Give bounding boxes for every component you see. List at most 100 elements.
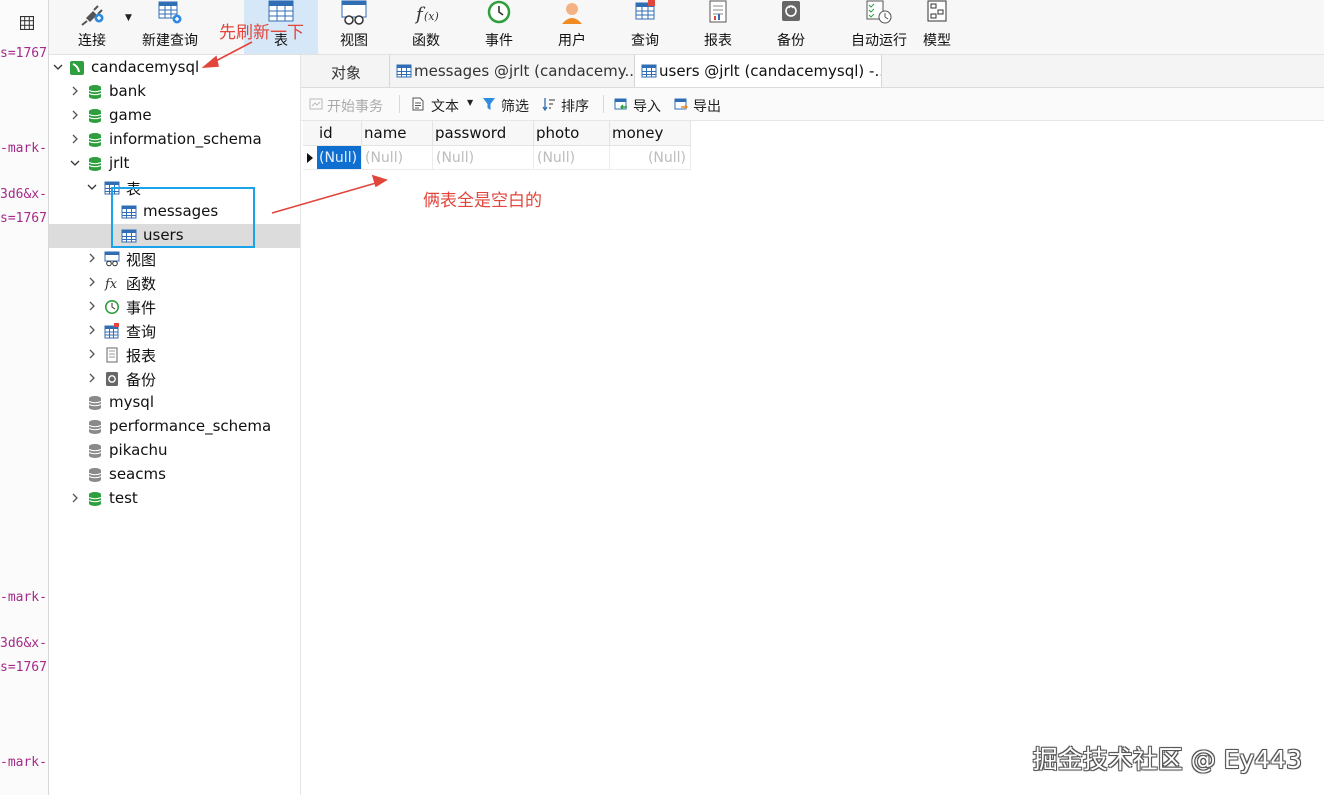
tree-reports-folder[interactable]: 报表 [49, 343, 300, 367]
toolbar-connect-button[interactable]: 连接 [67, 0, 117, 54]
database-icon [88, 157, 102, 171]
chevron-down-icon[interactable] [53, 62, 63, 72]
table-cell[interactable]: (Null) [534, 146, 610, 170]
text-view-button[interactable]: 文本 ▼ [409, 88, 479, 120]
toolbar-user-button[interactable]: 用户 [547, 0, 597, 54]
user-icon [562, 3, 582, 24]
toolbar-query-button[interactable]: 查询 [620, 0, 670, 54]
query-icon [104, 323, 119, 339]
column-header[interactable]: id [317, 121, 362, 146]
view-icon [341, 0, 367, 25]
code-fragment: 3d6&x- [0, 187, 47, 202]
filter-icon [483, 98, 495, 110]
tree-database[interactable]: mysql [49, 391, 300, 415]
toolbar-backup-button[interactable]: 备份 [766, 0, 816, 54]
watermark: 掘金技术社区 @ Ey443 [1032, 745, 1302, 774]
new-query-icon [158, 1, 182, 24]
tree-views-folder[interactable]: 视图 [49, 247, 300, 271]
table-cell[interactable]: (Null) [317, 146, 362, 170]
table-cell[interactable]: (Null) [610, 146, 691, 170]
tab-bar: 对象 messages @jrlt (candacemy... users @j… [301, 55, 1324, 88]
import-icon [614, 98, 627, 110]
code-fragment: 3d6&x- [0, 636, 47, 651]
column-header[interactable]: name [362, 121, 433, 146]
chevron-right-icon[interactable] [70, 86, 80, 96]
table-icon [396, 64, 412, 78]
tree-functions-folder[interactable]: fx 函数 [49, 271, 300, 295]
clock-icon [105, 300, 119, 314]
toolbar-report-button[interactable]: 报表 [693, 0, 743, 54]
database-icon [88, 468, 102, 482]
row-indicator[interactable] [303, 146, 318, 170]
sort-icon [542, 98, 555, 111]
chevron-right-icon[interactable] [87, 277, 97, 287]
function-icon: fx [104, 277, 118, 291]
import-button[interactable]: 导入 [613, 88, 669, 120]
column-header[interactable]: password [433, 121, 534, 146]
toolbar-event-button[interactable]: 事件 [474, 0, 524, 54]
code-fragment: -mark- [0, 590, 47, 605]
grid-icon[interactable] [20, 16, 34, 30]
chevron-right-icon[interactable] [70, 134, 80, 144]
tree-events-folder[interactable]: 事件 [49, 295, 300, 319]
data-toolbar: 开始事务 文本 ▼ 筛选 排序 导入 导出 [301, 88, 1324, 121]
chevron-down-icon[interactable] [70, 158, 80, 168]
document-icon [412, 97, 424, 111]
chevron-right-icon[interactable] [70, 493, 80, 503]
database-icon [88, 492, 102, 506]
toolbar-model-button[interactable]: 模型 [912, 0, 962, 54]
backup-icon [782, 1, 800, 21]
view-icon [104, 251, 120, 267]
chevron-right-icon[interactable] [87, 373, 97, 383]
chevron-right-icon[interactable] [87, 301, 97, 311]
table-cell[interactable]: (Null) [433, 146, 534, 170]
row-header-corner [303, 121, 318, 146]
model-icon [927, 0, 947, 22]
sort-button[interactable]: 排序 [541, 88, 597, 120]
tree-database[interactable]: game [49, 104, 300, 128]
filter-button[interactable]: 筛选 [481, 88, 537, 120]
tree-database[interactable]: pikachu [49, 439, 300, 463]
tab-messages[interactable]: messages @jrlt (candacemy... [390, 55, 635, 87]
export-icon [674, 98, 688, 110]
begin-transaction-button[interactable]: 开始事务 [307, 88, 391, 120]
chevron-down-icon[interactable] [87, 182, 97, 192]
tree-database[interactable]: information_schema [49, 128, 300, 152]
export-button[interactable]: 导出 [673, 88, 729, 120]
chevron-right-icon[interactable] [87, 253, 97, 263]
tree-connection[interactable]: candacemysql [49, 56, 300, 80]
column-header[interactable]: photo [534, 121, 610, 146]
toolbar-view-button[interactable]: 视图 [329, 0, 379, 54]
chevron-right-icon[interactable] [70, 110, 80, 120]
tab-objects[interactable]: 对象 [301, 55, 390, 87]
separator [603, 95, 604, 113]
chevron-down-icon[interactable]: ▼ [467, 98, 473, 107]
clock-icon [487, 0, 511, 24]
database-icon [88, 133, 102, 147]
report-icon [106, 347, 118, 363]
navigator-tree: candacemysql bank game information_schem… [49, 55, 301, 795]
plug-icon [81, 5, 104, 26]
database-icon [88, 396, 102, 410]
chevron-right-icon[interactable] [87, 349, 97, 359]
toolbar-function-button[interactable]: f (x) 函数 [401, 0, 451, 54]
tree-database[interactable]: test [49, 487, 300, 511]
connection-icon [70, 61, 84, 75]
code-fragment: s=1767 [0, 211, 47, 226]
toolbar-new-query-button[interactable]: 新建查询 [137, 0, 203, 54]
tree-queries-folder[interactable]: 查询 [49, 319, 300, 343]
code-fragment: s=1767 [0, 46, 47, 61]
tree-database-jrlt[interactable]: jrlt [49, 152, 300, 176]
code-fragment: -mark- [0, 141, 47, 156]
tree-database[interactable]: seacms [49, 463, 300, 487]
tree-database[interactable]: performance_schema [49, 415, 300, 439]
tree-database[interactable]: bank [49, 80, 300, 104]
chevron-right-icon[interactable] [87, 325, 97, 335]
tree-backups-folder[interactable]: 备份 [49, 367, 300, 391]
code-fragment: -mark- [0, 755, 47, 770]
chevron-down-icon[interactable]: ▼ [125, 13, 132, 23]
column-header[interactable]: money [610, 121, 691, 146]
schedule-icon [866, 0, 892, 24]
table-cell[interactable]: (Null) [362, 146, 433, 170]
tab-users[interactable]: users @jrlt (candacemysql) -... [635, 55, 882, 87]
